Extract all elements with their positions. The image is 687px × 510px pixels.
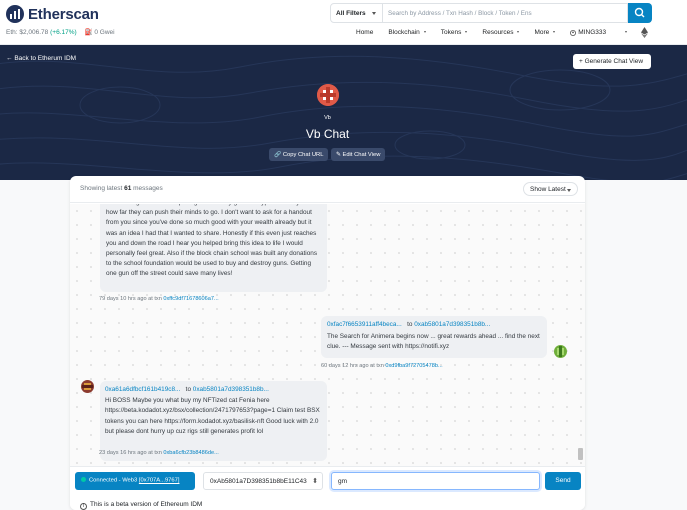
etherscan-logo[interactable]: Etherscan (6, 5, 99, 23)
showing-prefix: Showing latest (80, 185, 123, 192)
edit-chat-view-button[interactable]: ✎ Edit Chat View (331, 148, 386, 161)
search-input[interactable]: Search by Address / Txn Hash / Block / T… (383, 3, 628, 23)
ethereum-icon[interactable] (641, 27, 648, 38)
eth-price: Eth: $2,006.78 (+6.17%) ⛽ 0 Gwei (6, 28, 115, 36)
recipient-link[interactable]: 0xab5801a7d398351b8b... (193, 386, 269, 393)
to-label: to (185, 386, 192, 393)
user-icon (570, 29, 577, 36)
page-title: Vb Chat (305, 127, 350, 141)
to-label: to (407, 321, 413, 328)
chat-scrollbar[interactable] (578, 448, 583, 460)
sender-link[interactable]: 0xa61a6dfbcf161b419c8... (105, 386, 180, 393)
eth-price-change: (+6.17%) (50, 29, 77, 36)
connected-label: Connected - Web3 (89, 477, 138, 484)
txn-link[interactable]: 0xd9fba9f72705478b... (385, 363, 442, 369)
generate-chat-view-button[interactable]: + Generate Chat View (573, 54, 651, 69)
wallet-connected-button[interactable]: Connected - Web3 [0x707A...9767] (75, 472, 195, 490)
message-input[interactable]: gm (331, 472, 540, 490)
sender-avatar (554, 345, 567, 358)
nav-tokens[interactable]: Tokens (441, 29, 468, 36)
message-bubble: 0xa61a6dfbcf161b419c8... to 0xab5801a7d3… (100, 381, 327, 461)
message-bubble: 0xfac7f6653911aff4beca... to 0xab5801a7d… (321, 316, 547, 358)
chat-card: Showing latest 61 messages Show Latest d… (70, 176, 585, 510)
status-dot-icon (81, 477, 86, 482)
user-name: MING333 (578, 29, 607, 36)
txn-link[interactable]: 0xffc9df71678606a7... (163, 296, 218, 302)
chat-messages[interactable]: don't earn grades for completing tasks. … (70, 204, 585, 466)
recipient-link[interactable]: 0xab5801a7d398351b8b... (414, 321, 490, 328)
nav-home[interactable]: Home (356, 29, 373, 36)
sender-avatar (81, 380, 94, 393)
message-meta: 60 days 12 hrs ago at txn 0xd9fba9f72705… (321, 363, 443, 369)
sort-select[interactable]: Show Latest (523, 182, 578, 196)
nav-blockchain[interactable]: Blockchain (388, 29, 427, 36)
message-header: 0xa61a6dfbcf161b419c8... to 0xab5801a7d3… (105, 385, 322, 395)
gas-price: 0 Gwei (94, 29, 115, 36)
chat-avatar (317, 84, 339, 106)
main-nav: Home Blockchain Tokens Resources More MI… (356, 29, 642, 36)
recipient-address-select[interactable]: 0xAb5801a7D398351b8bE11C43 (203, 472, 323, 490)
search-icon (634, 7, 645, 18)
showing-count: 61 (124, 185, 132, 192)
message-time: 23 days 16 hrs ago at txn (99, 450, 162, 456)
gas-icon: ⛽ (84, 29, 93, 36)
message-meta: 23 days 16 hrs ago at txn 0xba6cfb23b848… (99, 450, 219, 456)
edit-label: Edit Chat View (342, 151, 381, 158)
copy-label: Copy Chat URL (282, 151, 324, 158)
generate-label: Generate Chat View (584, 58, 644, 65)
message-time: 79 days 10 hrs ago at txn (99, 296, 162, 302)
info-icon: i (80, 503, 87, 510)
back-link[interactable]: ← Back to Etherum IDM (6, 55, 76, 62)
message-time: 60 days 12 hrs ago at txn (321, 363, 384, 369)
nav-resources[interactable]: Resources (482, 29, 520, 36)
message-bubble: don't earn grades for completing tasks. … (100, 204, 327, 292)
showing-suffix: messages (133, 185, 163, 192)
eth-price-label: Eth: $2,006.78 (6, 29, 49, 36)
beta-note-text: This is a beta version of Ethereum IDM (90, 501, 203, 508)
filter-select[interactable]: All Filters (330, 3, 383, 23)
txn-link[interactable]: 0xba6cfb23b8486de... (163, 450, 218, 456)
connected-address[interactable]: [0x707A...9767] (139, 478, 180, 484)
nav-user[interactable]: MING333 (570, 29, 627, 36)
send-button[interactable]: Send (545, 472, 581, 490)
message-meta: 79 days 10 hrs ago at txn 0xffc9df716786… (99, 296, 219, 302)
top-header: Etherscan Eth: $2,006.78 (+6.17%) ⛽ 0 Gw… (0, 0, 687, 45)
copy-chat-url-button[interactable]: 🔗 Copy Chat URL (269, 148, 329, 161)
beta-notice: i This is a beta version of Ethereum IDM (80, 501, 202, 510)
message-header: 0xfac7f6653911aff4beca... to 0xab5801a7d… (327, 320, 541, 330)
chat-handle: Vb (324, 115, 331, 121)
etherscan-logo-icon (6, 5, 24, 23)
nav-more[interactable]: More (534, 29, 556, 36)
message-count: Showing latest 61 messages (80, 185, 163, 192)
message-text: Hi BOSS Maybe you what buy my NFTized ca… (105, 397, 320, 435)
search-button[interactable] (628, 3, 652, 23)
chat-card-header: Showing latest 61 messages Show Latest (70, 176, 585, 203)
link-icon: 🔗 (274, 151, 283, 158)
back-label: Back to Etherum IDM (14, 55, 77, 62)
logo-text: Etherscan (28, 5, 99, 23)
message-text: The Search for Animera begins now ... gr… (327, 333, 540, 351)
search-bar: All Filters Search by Address / Txn Hash… (330, 3, 652, 23)
compose-bar: Connected - Web3 [0x707A...9767] 0xAb580… (70, 466, 585, 510)
sender-link[interactable]: 0xfac7f6653911aff4beca... (327, 321, 402, 328)
message-text: don't earn grades for completing tasks. … (106, 204, 318, 278)
